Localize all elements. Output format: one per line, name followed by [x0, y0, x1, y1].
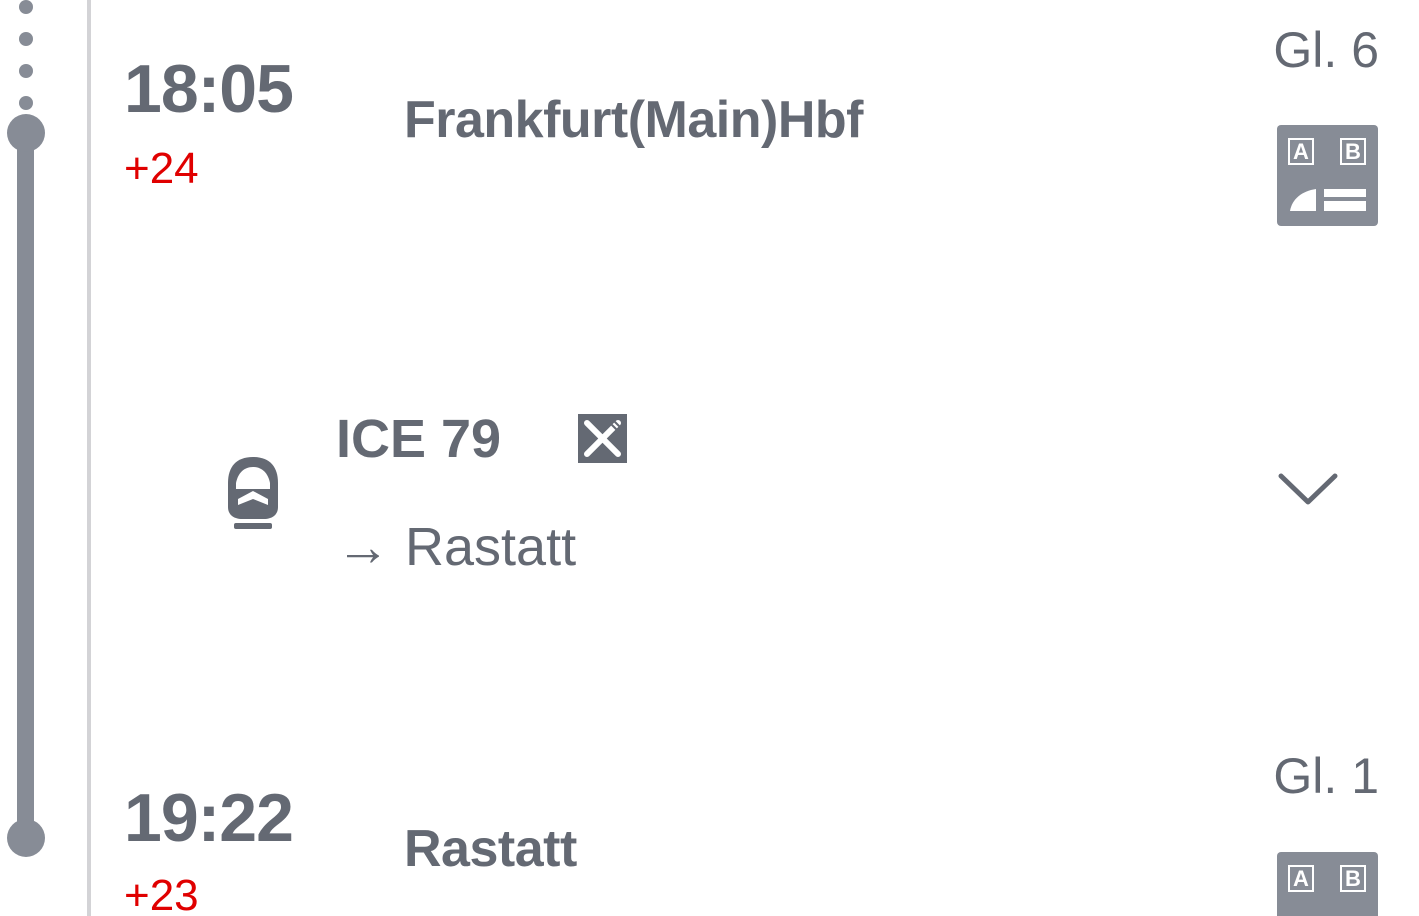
platform-sector-ab-icon[interactable]: A B [1277, 125, 1378, 226]
timeline-line [17, 130, 34, 838]
timeline-divider [87, 0, 91, 916]
sector-label: A [1288, 138, 1314, 165]
platform-sector-ab-icon[interactable]: A B [1277, 852, 1378, 916]
sector-label: B [1340, 865, 1366, 892]
chevron-down-icon[interactable] [1277, 468, 1339, 510]
departure-delay: +24 [124, 144, 199, 193]
timeline-node-destination [7, 819, 45, 857]
timeline-dot [19, 0, 33, 14]
sector-label: A [1288, 865, 1314, 892]
arrival-time: 19:22 [124, 780, 294, 856]
journey-detail-screen: 18:05 +24 Frankfurt(Main)Hbf Gl. 6 A B I… [0, 0, 1419, 916]
destination-station-name: Rastatt [404, 820, 577, 878]
train-position-icon [1290, 189, 1366, 211]
timeline-dot [19, 32, 33, 46]
arrival-delay: +23 [124, 871, 199, 916]
destination-track: Gl. 1 [1273, 748, 1379, 804]
departure-time: 18:05 [124, 51, 294, 127]
timeline-dot [19, 96, 33, 110]
timeline-dot [19, 64, 33, 78]
bistro-restaurant-icon [578, 414, 627, 463]
sector-label: B [1340, 138, 1366, 165]
train-name: ICE 79 [336, 409, 502, 469]
origin-track: Gl. 6 [1273, 22, 1379, 78]
train-direction: → Rastatt [336, 517, 577, 577]
timeline-node-origin [7, 114, 45, 152]
ice-train-icon [228, 457, 278, 529]
origin-station-name: Frankfurt(Main)Hbf [404, 91, 863, 149]
